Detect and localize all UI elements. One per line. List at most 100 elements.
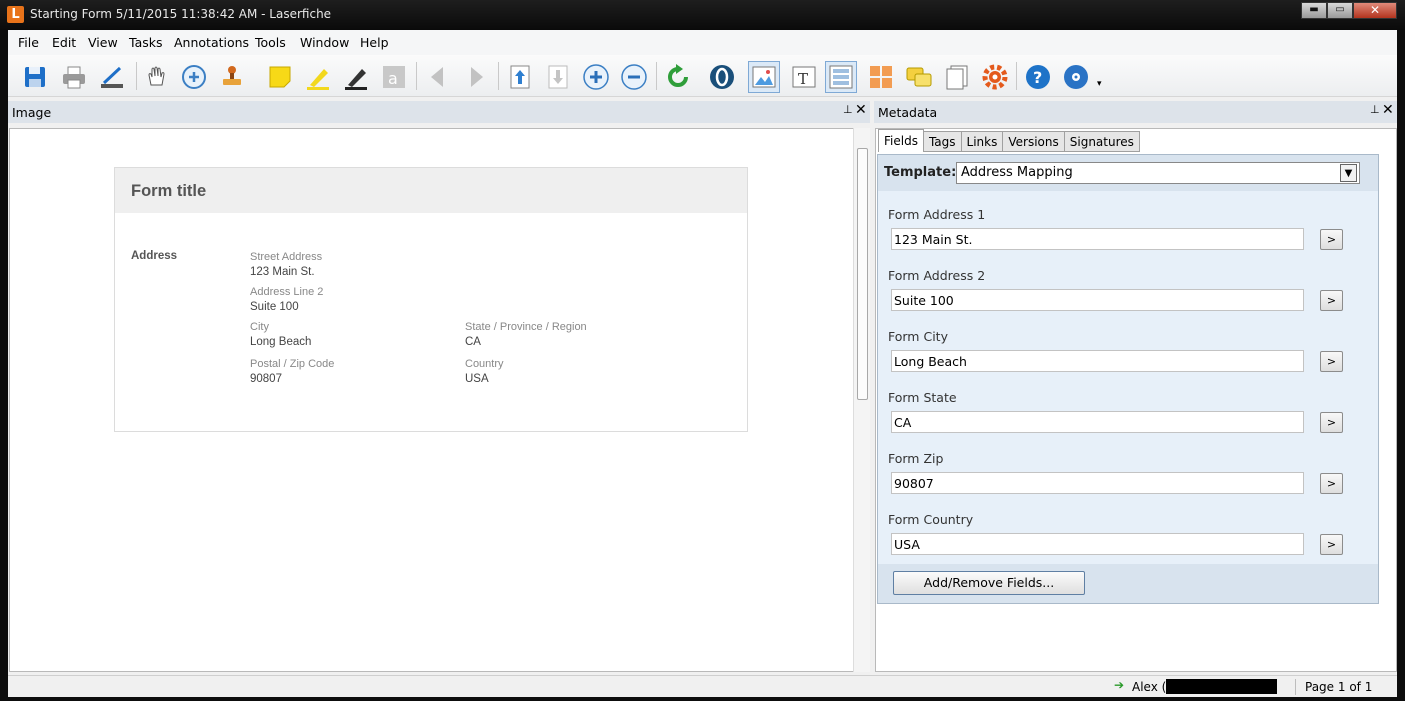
print-icon[interactable]: [58, 61, 90, 93]
line2-value: Suite 100: [250, 301, 299, 313]
city-value: Long Beach: [250, 336, 312, 348]
svg-text:a: a: [388, 69, 398, 88]
field-apply-button[interactable]: >: [1320, 351, 1343, 372]
pin-icon[interactable]: ⊥: [1370, 103, 1380, 116]
pin-icon[interactable]: ⊥: [843, 103, 853, 116]
highlighter-icon[interactable]: [302, 61, 334, 93]
scan-icon[interactable]: [96, 61, 128, 93]
add-remove-fields-button[interactable]: Add/Remove Fields...: [893, 571, 1085, 595]
zoom-out-icon[interactable]: [618, 61, 650, 93]
image-viewer[interactable]: Form title Address Street Address 123 Ma…: [9, 128, 855, 672]
image-panel-title: Image: [12, 105, 52, 120]
annotations-list-icon[interactable]: [903, 61, 935, 93]
metadata-view-icon[interactable]: [825, 61, 857, 93]
tab-tags[interactable]: Tags: [923, 131, 962, 152]
help-icon[interactable]: ?: [1022, 61, 1054, 93]
status-page: Page 1 of 1: [1305, 680, 1373, 694]
toolbar-overflow-icon[interactable]: ▾: [1097, 79, 1102, 89]
status-separator: [1295, 679, 1296, 695]
field-label: Form Zip: [888, 451, 944, 466]
field-label: Form Address 2: [888, 268, 986, 283]
field-state-input[interactable]: [891, 411, 1304, 433]
maximize-button[interactable]: ▭: [1327, 2, 1353, 19]
menu-file[interactable]: File: [18, 35, 39, 50]
status-bar: ➔ Alex ( Page 1 of 1: [8, 675, 1397, 697]
close-button[interactable]: ✕: [1353, 2, 1397, 19]
client-area: File Edit View Tasks Annotations Tools W…: [8, 30, 1397, 697]
toolbar-separator: [656, 62, 657, 90]
menu-tasks[interactable]: Tasks: [129, 35, 163, 50]
window-title: Starting Form 5/11/2015 11:38:42 AM - La…: [30, 7, 332, 21]
image-view-icon[interactable]: [748, 61, 780, 93]
zip-value: 90807: [250, 373, 282, 385]
text-view-icon[interactable]: T: [788, 61, 820, 93]
stamp-icon[interactable]: [216, 61, 248, 93]
field-apply-button[interactable]: >: [1320, 534, 1343, 555]
menu-bar: File Edit View Tasks Annotations Tools W…: [8, 30, 1397, 55]
close-icon[interactable]: ✕: [1382, 102, 1394, 118]
app-logo: L: [7, 6, 24, 23]
download-icon[interactable]: [542, 61, 574, 93]
tab-fields[interactable]: Fields: [878, 129, 924, 152]
field-apply-button[interactable]: >: [1320, 412, 1343, 433]
field-apply-button[interactable]: >: [1320, 229, 1343, 250]
field-address2-input[interactable]: [891, 289, 1304, 311]
menu-window[interactable]: Window: [300, 35, 349, 50]
disc-icon[interactable]: [1060, 61, 1092, 93]
country-value: USA: [465, 373, 489, 385]
zip-label: Postal / Zip Code: [250, 358, 335, 370]
text-annotation-icon[interactable]: a: [378, 61, 410, 93]
template-value: Address Mapping: [961, 165, 1073, 180]
tab-signatures[interactable]: Signatures: [1064, 131, 1140, 152]
template-select[interactable]: Address Mapping ▼: [956, 162, 1360, 184]
thumbnails-icon[interactable]: [865, 61, 897, 93]
pan-hand-icon[interactable]: [140, 61, 172, 93]
field-address1-input[interactable]: [891, 228, 1304, 250]
field-apply-button[interactable]: >: [1320, 290, 1343, 311]
save-icon[interactable]: [19, 61, 51, 93]
marker-icon[interactable]: [340, 61, 372, 93]
settings-gear-icon[interactable]: [979, 61, 1011, 93]
scrollbar-thumb[interactable]: [857, 148, 868, 400]
fields-pane: Template: Address Mapping ▼ Form Address…: [877, 154, 1379, 604]
street-label: Street Address: [250, 251, 323, 263]
tab-versions[interactable]: Versions: [1003, 131, 1065, 152]
upload-icon[interactable]: [504, 61, 536, 93]
refresh-icon[interactable]: [662, 61, 694, 93]
chevron-down-icon[interactable]: ▼: [1340, 164, 1357, 182]
previous-arrow-icon[interactable]: [422, 61, 454, 93]
field-apply-button[interactable]: >: [1320, 473, 1343, 494]
field-city-input[interactable]: [891, 350, 1304, 372]
tab-links[interactable]: Links: [961, 131, 1004, 152]
field-country-input[interactable]: [891, 533, 1304, 555]
status-user: Alex (: [1132, 680, 1167, 694]
metadata-panel-header: Metadata ⊥ ✕: [874, 101, 1397, 123]
app-window: L Starting Form 5/11/2015 11:38:42 AM - …: [0, 0, 1405, 701]
city-label: City: [250, 321, 269, 333]
street-value: 123 Main St.: [250, 266, 315, 278]
close-icon[interactable]: ✕: [855, 102, 867, 118]
image-scrollbar[interactable]: [853, 128, 870, 672]
country-label: Country: [465, 358, 504, 370]
menu-tools[interactable]: Tools: [255, 35, 286, 50]
next-arrow-icon[interactable]: [460, 61, 492, 93]
zoom-in-icon[interactable]: [580, 61, 612, 93]
document-pages-icon[interactable]: [941, 61, 973, 93]
title-bar[interactable]: L Starting Form 5/11/2015 11:38:42 AM - …: [0, 0, 1405, 30]
menu-help[interactable]: Help: [360, 35, 389, 50]
menu-annotations[interactable]: Annotations: [174, 35, 249, 50]
ocr-icon[interactable]: [706, 61, 738, 93]
zoom-rect-icon[interactable]: [178, 61, 210, 93]
state-label: State / Province / Region: [465, 321, 587, 333]
minimize-button[interactable]: ▬: [1301, 2, 1327, 19]
field-label: Form Address 1: [888, 207, 986, 222]
field-label: Form State: [888, 390, 957, 405]
field-zip-input[interactable]: [891, 472, 1304, 494]
toolbar-separator: [416, 62, 417, 90]
toolbar-separator: [1016, 62, 1017, 90]
image-panel-header: Image ⊥ ✕: [8, 101, 870, 123]
svg-text:T: T: [798, 70, 808, 88]
menu-edit[interactable]: Edit: [52, 35, 76, 50]
sticky-note-icon[interactable]: [264, 61, 296, 93]
menu-view[interactable]: View: [88, 35, 118, 50]
